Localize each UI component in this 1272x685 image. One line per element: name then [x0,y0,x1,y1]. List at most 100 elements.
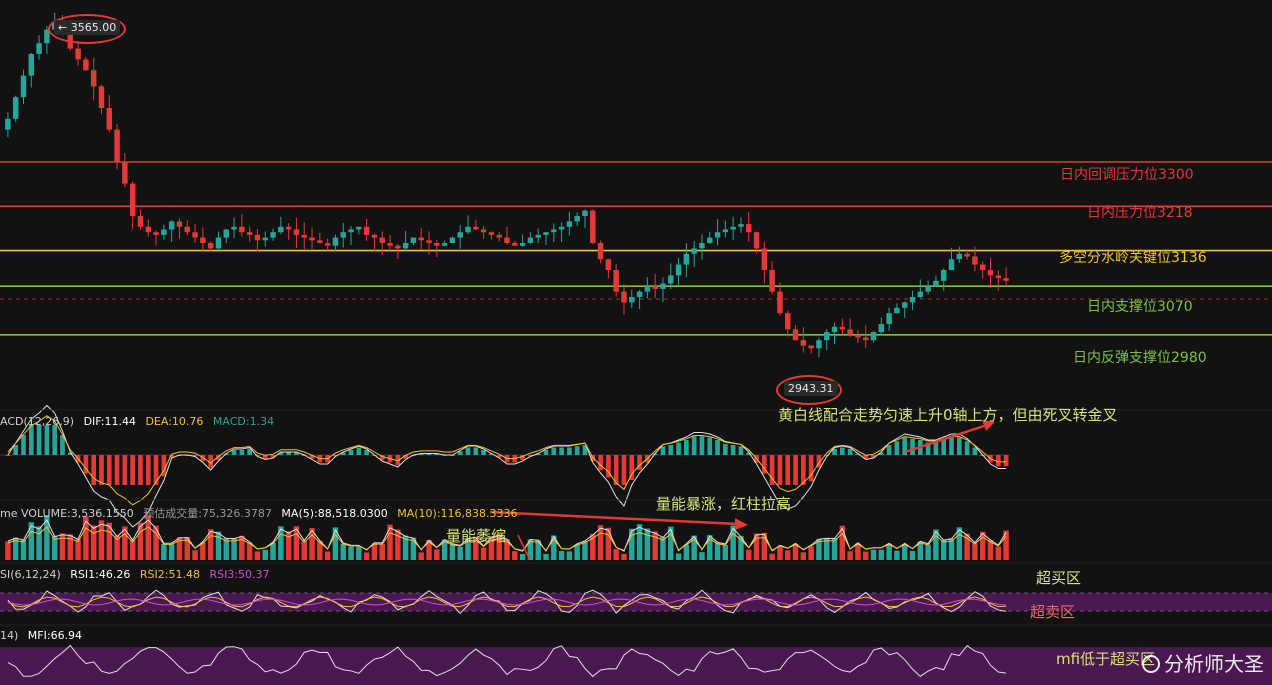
macd-bar [44,425,50,455]
candle-body [652,286,658,289]
mfi-value: MFI:66.94 [27,629,83,642]
candle-body [777,291,783,314]
volume-ma10: MA(10):116,838.3336 [397,507,518,520]
volume-bar [512,551,518,560]
candle-body [395,245,401,249]
volume-bar [769,553,775,560]
volume-bar [543,553,549,560]
candle-body [995,275,1002,279]
macd-bar [153,455,159,485]
candle-body [340,232,346,238]
volume-bar [20,539,27,560]
macd-bar [660,446,666,455]
candle-body [535,234,541,238]
candle-body [1003,278,1009,281]
volume-bar [800,552,807,560]
volume-bar [940,540,947,560]
volume-bar [746,549,752,560]
volume-bar [831,538,838,560]
candle-body [886,313,892,324]
candle-body [402,243,409,249]
candle-body [449,237,456,243]
candle-body [699,243,705,249]
candle-body [870,332,877,341]
macd-name: ACD(12,26,9) [0,415,75,428]
candle-body [948,259,955,270]
candle-body [785,313,791,330]
macd-bar [28,425,34,455]
candle-body [933,280,939,287]
macd-bar [36,425,42,455]
macd-bar [691,436,697,455]
macd-bar [481,450,486,455]
macd-bar [559,447,564,455]
candle-body [434,243,440,246]
volume-ma5: MA(5):88,518.0300 [281,507,388,520]
candle-body [262,237,268,241]
candle-body [168,221,175,230]
candle-body [660,283,666,289]
volume-bar [301,540,307,560]
candle-body [543,232,549,235]
macd-value: MACD:1.34 [212,415,275,428]
candle-body [839,326,846,330]
volume-bar [995,546,1002,560]
candle-body [75,48,81,60]
candle-body [722,229,729,233]
volume-bar [629,528,635,560]
macd-bar [99,455,104,485]
level-label-3300: 日内回调压力位3300 [1060,167,1194,183]
candle-body [28,54,35,76]
volume-bar [519,553,526,560]
watermark: 分析师大圣 [1142,648,1264,677]
volume-bar [722,545,729,560]
candle-body [410,237,417,243]
candle-body [808,345,814,349]
candle-body [668,275,674,284]
candle-body [691,248,697,254]
level-label-3218: 日内压力位3218 [1087,205,1193,221]
macd-note: 黄白线配合走势匀速上升0轴上方，但由死叉转金叉 [778,406,1118,424]
candle-body [488,232,495,235]
rsi-header: SI(6,12,24) RSI1:46.26 RSI2:51.48 RSI3:5… [0,568,276,581]
macd-bar [941,440,947,455]
macd-bar [106,455,112,485]
candle-body [83,59,89,71]
macd-bar [122,455,128,485]
volume-bar [215,531,222,560]
volume-bar [348,546,354,560]
mfi-header: 14) MFI:66.94 [0,629,88,642]
candle-body [566,221,573,227]
volume-est: 预估成交量:75,326.3787 [143,507,272,520]
candle-body [36,43,42,54]
rsi-name: SI(6,12,24) [0,568,61,581]
volume-bar [75,539,81,560]
macd-bar [956,437,962,455]
candle-body [894,307,900,314]
candle-body [730,226,736,230]
candle-body [200,237,206,243]
candle-body [917,291,924,297]
candle-body [629,297,635,303]
volume-bar [363,552,370,560]
rsi2: RSI2:51.48 [139,568,200,581]
volume-bar [878,549,885,560]
volume-bar [387,524,393,560]
volume-bar [777,546,783,560]
candle-body [551,229,557,233]
macd-bar [543,450,549,455]
candle-body [114,129,120,162]
level-label-3070: 日内支撑位3070 [1087,299,1193,315]
macd-bar [777,455,783,485]
volume-bar [894,550,900,560]
candle-body [293,229,300,235]
candle-body [137,216,144,227]
candle-body [441,243,448,246]
candle-body [356,226,362,230]
volume-bar [223,538,229,560]
candle-body [285,226,292,230]
volume-bar [566,551,573,560]
macd-dea: DEA:10.76 [145,415,204,428]
macd-bar [465,447,471,455]
candle-body [504,237,510,243]
